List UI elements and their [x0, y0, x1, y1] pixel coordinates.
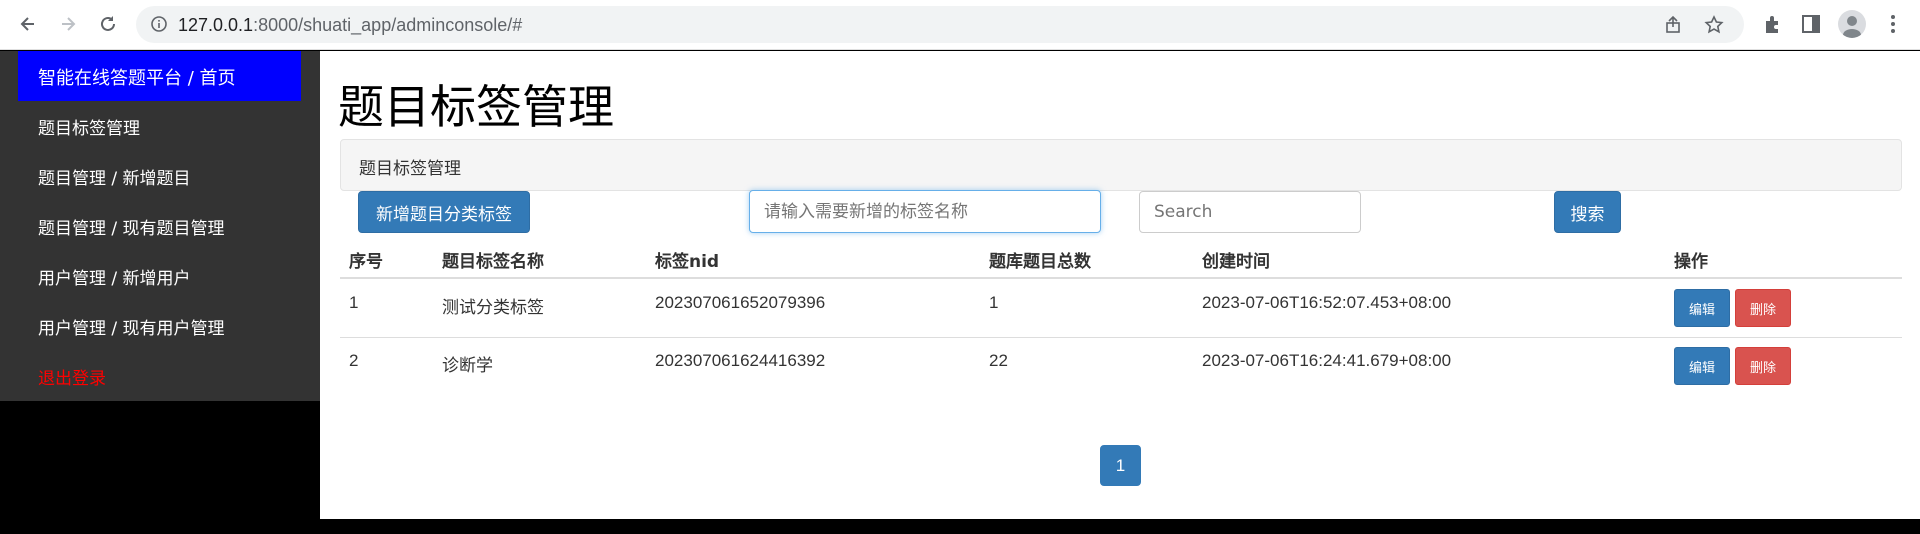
cell-index: 2	[349, 351, 359, 370]
side-panel-icon[interactable]	[1800, 13, 1822, 35]
column-header-tag-name: 题目标签名称	[442, 252, 544, 272]
cell-index: 1	[349, 293, 359, 312]
cell-tag-name: 诊断学	[442, 356, 493, 376]
breadcrumb: 题目标签管理	[340, 139, 1902, 191]
cell-created-time: 2023-07-06T16:24:41.679+08:00	[1202, 351, 1452, 370]
cell-tag-name: 测试分类标签	[442, 298, 544, 318]
breadcrumb-label: 题目标签管理	[359, 159, 461, 179]
info-icon[interactable]	[150, 15, 168, 33]
table-header-divider	[340, 277, 1902, 279]
cell-tag-nid: 202307061624416392	[655, 351, 826, 370]
column-header-index: 序号	[349, 252, 383, 272]
forward-arrow-icon[interactable]	[56, 12, 80, 36]
sidebar: 智能在线答题平台 / 首页 题目标签管理 题目管理 / 新增题目 题目管理 / …	[0, 51, 320, 401]
sidebar-brand-home[interactable]: 智能在线答题平台 / 首页	[18, 51, 301, 101]
cell-question-count: 1	[989, 293, 999, 312]
new-tag-name-input[interactable]	[749, 190, 1101, 233]
cell-question-count: 22	[989, 351, 1008, 370]
search-input[interactable]	[1139, 191, 1361, 233]
sidebar-item-tag-management[interactable]: 题目标签管理	[38, 114, 140, 139]
sidebar-item-logout[interactable]: 退出登录	[38, 364, 106, 389]
url-path: :8000/shuati_app/adminconsole/#	[253, 15, 523, 35]
page-title: 题目标签管理	[338, 80, 614, 134]
sidebar-brand-label: 智能在线答题平台 / 首页	[38, 68, 236, 89]
profile-avatar-icon[interactable]	[1838, 10, 1866, 38]
sidebar-item-add-user[interactable]: 用户管理 / 新增用户	[38, 264, 191, 289]
cell-tag-nid: 202307061652079396	[655, 293, 826, 312]
back-arrow-icon[interactable]	[16, 12, 40, 36]
browser-toolbar: 127.0.0.1:8000/shuati_app/adminconsole/#	[0, 0, 1920, 50]
row-divider	[340, 337, 1902, 338]
bookmark-star-icon[interactable]	[1704, 15, 1724, 35]
address-bar[interactable]: 127.0.0.1:8000/shuati_app/adminconsole/#	[136, 6, 1744, 43]
share-icon[interactable]	[1664, 15, 1684, 35]
search-button[interactable]: 搜索	[1554, 191, 1621, 233]
edit-button[interactable]: 编辑	[1674, 289, 1730, 327]
sidebar-empty-area	[0, 401, 320, 519]
column-header-tag-nid: 标签nid	[655, 252, 720, 272]
cell-created-time: 2023-07-06T16:52:07.453+08:00	[1202, 293, 1452, 312]
column-header-created-time: 创建时间	[1202, 252, 1270, 272]
url-text: 127.0.0.1:8000/shuati_app/adminconsole/#	[178, 15, 522, 36]
pagination-page-button[interactable]: 1	[1100, 445, 1141, 486]
sidebar-item-add-question[interactable]: 题目管理 / 新增题目	[38, 164, 191, 189]
column-header-question-count: 题库题目总数	[989, 252, 1091, 272]
more-menu-icon[interactable]	[1882, 13, 1904, 35]
column-header-actions: 操作	[1674, 252, 1708, 272]
sidebar-item-question-management[interactable]: 题目管理 / 现有题目管理	[38, 214, 225, 239]
delete-button[interactable]: 删除	[1735, 289, 1791, 327]
edit-button[interactable]: 编辑	[1674, 347, 1730, 385]
sidebar-item-user-management[interactable]: 用户管理 / 现有用户管理	[38, 314, 225, 339]
delete-button[interactable]: 删除	[1735, 347, 1791, 385]
add-tag-button[interactable]: 新增题目分类标签	[358, 191, 530, 233]
page-content: 智能在线答题平台 / 首页 题目标签管理 题目管理 / 新增题目 题目管理 / …	[0, 51, 1920, 519]
extensions-icon[interactable]	[1762, 13, 1784, 35]
reload-icon[interactable]	[96, 12, 120, 36]
main-content: 题目标签管理 题目标签管理 新增题目分类标签 搜索 序号 题目标签名称 标签ni…	[320, 51, 1920, 519]
url-host: 127.0.0.1	[178, 15, 254, 35]
